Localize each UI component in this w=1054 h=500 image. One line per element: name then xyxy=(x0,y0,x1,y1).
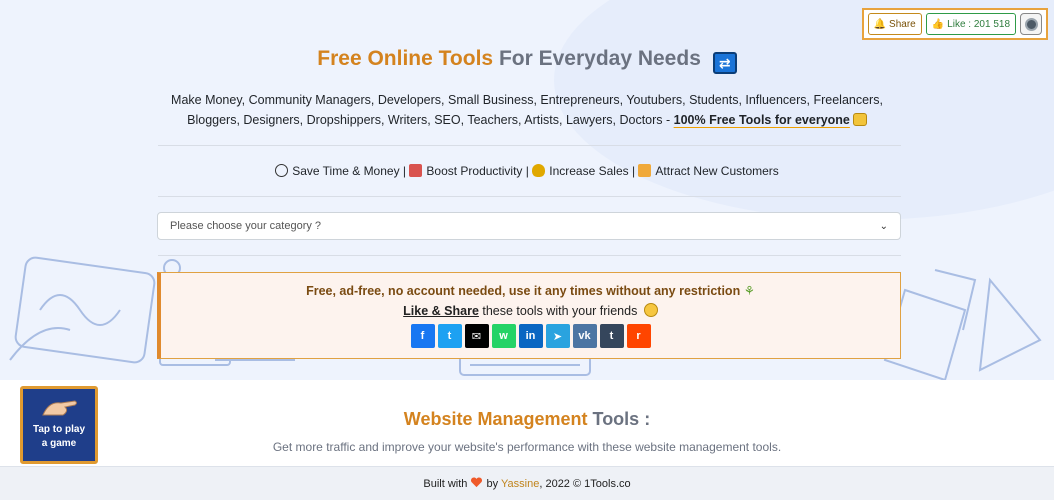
whatsapp-icon: w xyxy=(499,330,508,342)
user-avatar[interactable] xyxy=(1020,13,1042,35)
linkedin-share-button[interactable]: in xyxy=(518,324,543,348)
handshake-icon xyxy=(638,164,652,177)
money-bag-icon xyxy=(532,164,546,177)
whatsapp-share-button[interactable]: w xyxy=(491,324,516,348)
social-share-buttons: f t ✉ w in ➤ vk t r xyxy=(161,324,900,348)
grinning-emoji-icon xyxy=(852,113,867,126)
like-share-link[interactable]: Like & Share xyxy=(403,304,479,318)
separator: | xyxy=(522,164,533,178)
info-box: Free, ad-free, no account needed, use it… xyxy=(157,272,901,359)
audience-list: Make Money, Community Managers, Develope… xyxy=(171,93,883,127)
tumblr-icon: t xyxy=(609,330,614,342)
share-button[interactable]: 🔔 Share xyxy=(867,13,922,35)
category-select[interactable]: Please choose your category ? ⌄ xyxy=(157,212,901,240)
reddit-icon: r xyxy=(636,330,641,342)
divider xyxy=(158,196,901,197)
hand-icon xyxy=(42,400,77,416)
footer: Built with by Yassine, 2022 © 1Tools.co xyxy=(0,466,1054,500)
top-right-toolbar: 🔔 Share 👍 Like : 201 518 xyxy=(861,8,1048,40)
author-link[interactable]: Yassine xyxy=(501,478,539,490)
telegram-icon: ➤ xyxy=(552,330,563,343)
vk-icon: vk xyxy=(578,330,591,342)
facebook-share-button[interactable]: f xyxy=(410,324,435,348)
page-title: Free Online Tools For Everyday Needs ⇄ xyxy=(0,47,1054,74)
benefits-row: Save Time & Money | Boost Productivity |… xyxy=(0,164,1054,178)
reddit-share-button[interactable]: r xyxy=(626,324,651,348)
benefit-item: Attract New Customers xyxy=(638,164,779,178)
info-headline: Free, ad-free, no account needed, use it… xyxy=(306,284,755,298)
tumblr-share-button[interactable]: t xyxy=(599,324,624,348)
twitter-share-button[interactable]: t xyxy=(437,324,462,348)
divider xyxy=(158,145,901,146)
bell-icon: 🔔 xyxy=(873,18,887,30)
facebook-icon: f xyxy=(420,330,425,342)
separator: | xyxy=(399,164,410,178)
free-tools-link[interactable]: 100% Free Tools for everyone xyxy=(674,113,850,127)
heart-icon xyxy=(471,477,483,488)
chevron-down-icon: ⌄ xyxy=(879,220,888,232)
linkedin-icon: in xyxy=(525,330,536,342)
like-button[interactable]: 👍 Like : 201 518 xyxy=(925,13,1016,35)
twitter-icon: t xyxy=(447,330,452,342)
info-share-line: Like & Share these tools with your frien… xyxy=(161,303,900,318)
toolbox-icon xyxy=(409,164,423,177)
play-game-widget[interactable]: Tap to play a game xyxy=(20,386,98,464)
email-share-button[interactable]: ✉ xyxy=(464,324,489,348)
clock-icon xyxy=(275,164,289,177)
section-title: Website Management Tools : xyxy=(403,409,651,429)
vk-share-button[interactable]: vk xyxy=(572,324,597,348)
benefit-item: Save Time & Money xyxy=(275,164,400,178)
sprout-icon: ⚘ xyxy=(743,284,755,298)
divider xyxy=(158,255,901,256)
email-icon: ✉ xyxy=(471,330,482,343)
section-description: Get more traffic and improve your websit… xyxy=(272,440,782,454)
thumbs-up-icon: 👍 xyxy=(931,18,945,30)
telegram-share-button[interactable]: ➤ xyxy=(545,324,570,348)
benefit-item: Increase Sales xyxy=(532,164,629,178)
smile-emoji-icon xyxy=(643,303,658,317)
refresh-icon[interactable]: ⇄ xyxy=(712,52,737,74)
avatar-icon xyxy=(1024,17,1038,31)
separator: | xyxy=(628,164,639,178)
benefit-item: Boost Productivity xyxy=(409,164,522,178)
